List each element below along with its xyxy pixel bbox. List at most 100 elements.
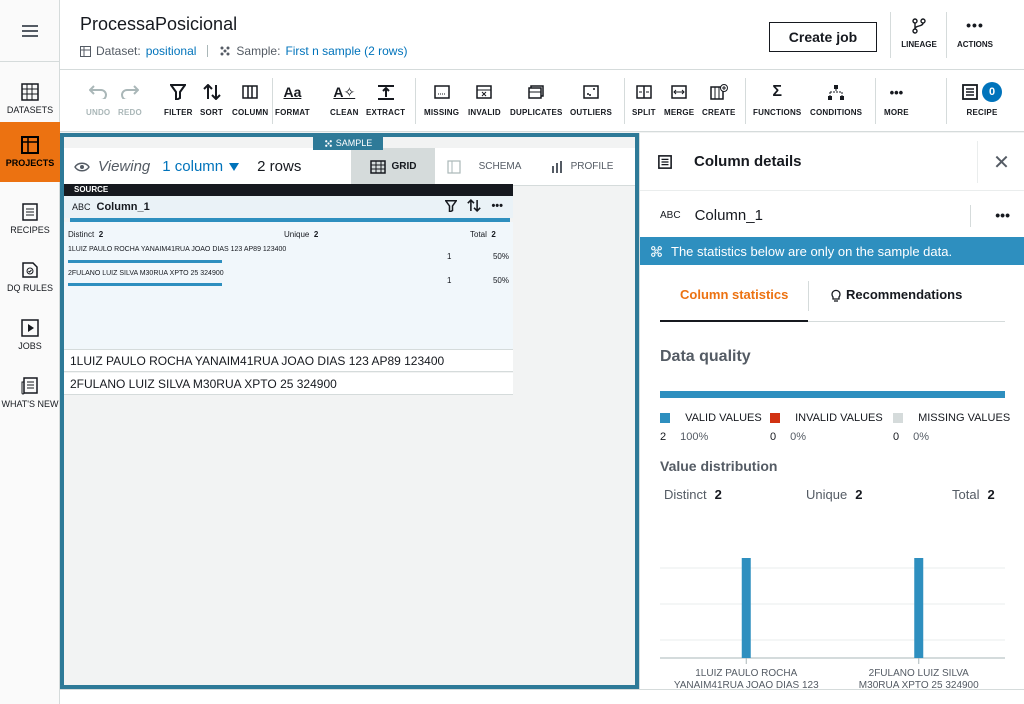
nav-item-jobs[interactable]: JOBS — [0, 306, 60, 364]
project-header: ProcessaPosicional Dataset: positional S… — [60, 0, 1024, 70]
sort-label: SORT — [200, 108, 224, 117]
details-icon — [658, 155, 672, 169]
split-button[interactable]: SPLIT — [632, 80, 656, 117]
column-menu-icon[interactable]: ••• — [995, 207, 1010, 223]
lineage-icon — [912, 18, 926, 34]
menu-button[interactable] — [0, 0, 60, 62]
filter-icon[interactable] — [445, 199, 458, 212]
nav-label: DATASETS — [6, 105, 54, 115]
split-icon — [636, 85, 652, 99]
conditions-button[interactable]: CONDITIONS — [810, 80, 862, 117]
recipe-count-badge: 0 — [982, 82, 1002, 102]
column-button[interactable]: COLUMN — [232, 80, 268, 117]
create-column-icon — [710, 84, 728, 100]
chart-bar[interactable] — [741, 558, 751, 658]
sample-label: Sample: — [236, 44, 281, 58]
tab-recommendations[interactable]: Recommendations — [830, 287, 962, 302]
dataset-label: Dataset: — [96, 44, 141, 58]
column-selector[interactable]: 1 column — [162, 158, 240, 175]
filter-button[interactable]: FILTER — [164, 80, 193, 117]
actions-button[interactable]: ••• ACTIONS — [954, 18, 996, 56]
nav-item-whats-new[interactable]: WHAT'S NEW — [0, 364, 60, 422]
toolbar-divider — [875, 78, 876, 124]
outliers-icon — [583, 85, 599, 99]
tab-schema[interactable]: SCHEMA — [444, 148, 524, 185]
close-icon[interactable]: ✕ — [977, 141, 1024, 183]
sort-icon[interactable] — [467, 199, 482, 212]
create-label: CREATE — [702, 108, 736, 117]
table-row[interactable]: 1LUIZ PAULO ROCHA YANAIM41RUA JOAO DIAS … — [64, 350, 513, 372]
clean-label: CLEAN — [330, 108, 359, 117]
nav-item-datasets[interactable]: DATASETS — [0, 70, 60, 128]
nav-item-projects[interactable]: PROJECTS — [0, 122, 60, 182]
total-stat: Total 2 — [952, 487, 995, 502]
tab-schema-label: SCHEMA — [478, 161, 522, 172]
active-tab-indicator — [660, 320, 808, 322]
duplicates-button[interactable]: DUPLICATES — [510, 80, 563, 117]
conditions-label: CONDITIONS — [810, 108, 863, 117]
sort-button[interactable]: SORT — [200, 80, 223, 117]
toolbar-divider — [946, 78, 947, 124]
divider — [207, 45, 209, 57]
missing-icon — [433, 85, 450, 99]
redo-button[interactable]: REDO — [118, 80, 142, 117]
x-tick-label: 2FULANO LUIZ SILVA — [869, 668, 970, 679]
functions-button[interactable]: Σ FUNCTIONS — [753, 80, 801, 117]
conditions-icon — [828, 85, 845, 100]
missing-button[interactable]: MISSING — [424, 80, 459, 117]
lineage-button[interactable]: LINEAGE — [898, 18, 940, 56]
panel-header: Column details ✕ — [640, 133, 1024, 191]
nav-label: DQ RULES — [6, 283, 53, 293]
outliers-button[interactable]: OUTLIERS — [570, 80, 612, 117]
merge-button[interactable]: MERGE — [664, 80, 694, 117]
undo-button[interactable]: UNDO — [86, 80, 110, 117]
clean-button[interactable]: A✧ CLEAN — [330, 80, 359, 118]
chart-bar[interactable] — [914, 558, 924, 658]
sample-icon — [324, 139, 332, 147]
grid-icon — [369, 159, 386, 174]
data-quality-title: Data quality — [660, 348, 751, 365]
extract-button[interactable]: EXTRACT — [366, 80, 405, 117]
lightbulb-icon — [831, 289, 841, 302]
split-label: SPLIT — [632, 108, 656, 117]
tab-grid[interactable]: GRID — [351, 148, 435, 185]
distribution-percent: 50% — [492, 252, 509, 261]
distribution-count: 1 — [447, 276, 452, 285]
nav-label: JOBS — [18, 341, 42, 351]
recipes-icon — [22, 203, 38, 221]
divider — [970, 205, 971, 227]
filter-label: FILTER — [164, 108, 193, 117]
sample-tag-label: SAMPLE — [335, 138, 373, 148]
filter-icon — [170, 84, 187, 100]
create-button[interactable]: CREATE — [702, 80, 736, 117]
format-icon: Aa — [283, 84, 302, 100]
column-header[interactable]: ABC Column_1 ••• — [64, 196, 513, 218]
column-menu-icon[interactable]: ••• — [491, 200, 503, 212]
recipe-icon — [962, 84, 978, 100]
nav-item-recipes[interactable]: RECIPES — [0, 190, 60, 248]
functions-label: FUNCTIONS — [753, 108, 802, 117]
recipe-button[interactable]: 0 RECIPE — [962, 80, 1002, 117]
eye-icon — [74, 162, 90, 171]
distinct-stat: Distinct 2 — [664, 487, 722, 502]
dataset-link[interactable]: positional — [146, 44, 197, 58]
sample-link[interactable]: First n sample (2 rows) — [285, 44, 407, 58]
row-count: 2 rows — [257, 158, 302, 175]
distribution-count: 1 — [447, 252, 452, 261]
format-button[interactable]: Aa FORMAT — [275, 80, 310, 117]
table-row[interactable]: 2FULANO LUIZ SILVA M30RUA XPTO 25 324900 — [64, 373, 513, 395]
invalid-button[interactable]: INVALID — [468, 80, 501, 117]
nav-item-dq-rules[interactable]: DQ RULES — [0, 248, 60, 306]
tab-column-statistics[interactable]: Column statistics — [680, 287, 788, 302]
value-distribution-chart: 1LUIZ PAULO ROCHAYANAIM41RUA JOAO DIAS 1… — [660, 558, 1005, 688]
dq-rules-icon — [22, 262, 38, 278]
legend-missing: MISSING VALUES — [893, 412, 1010, 424]
panel-title: Column details — [694, 153, 802, 170]
create-job-button[interactable]: Create job — [769, 22, 877, 52]
missing-values-stat: 0 0% — [893, 431, 930, 443]
type-badge: ABC — [72, 202, 91, 212]
tab-profile[interactable]: PROFILE — [542, 148, 622, 185]
actions-label: ACTIONS — [957, 40, 993, 49]
valid-values-stat: 2 100% — [660, 431, 709, 443]
more-button[interactable]: ••• MORE — [884, 80, 909, 118]
